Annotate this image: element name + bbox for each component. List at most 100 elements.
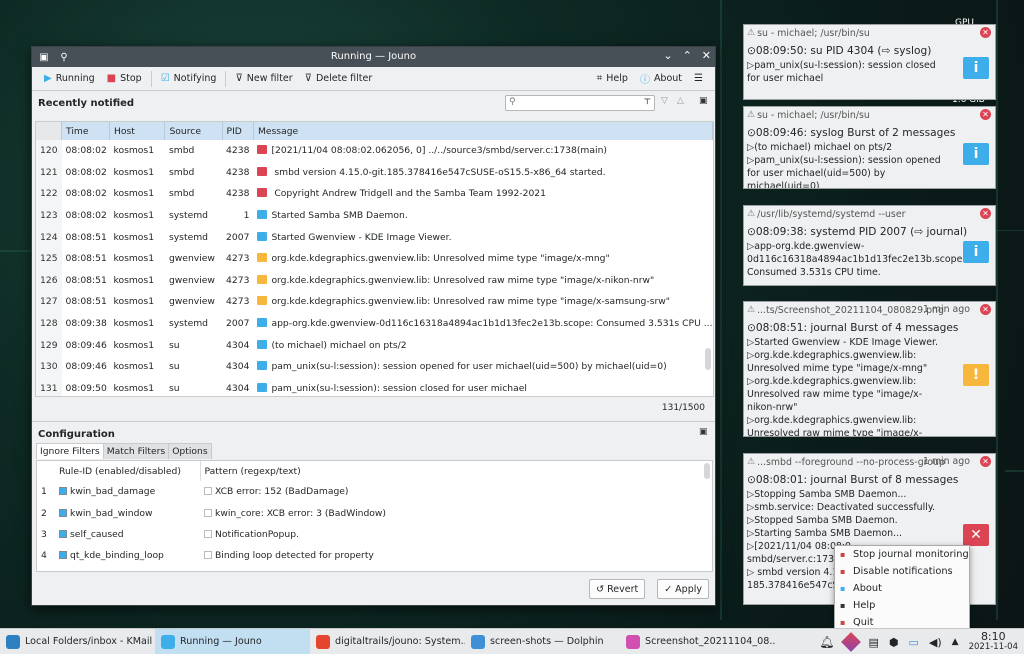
about-button[interactable]: ⓘ About bbox=[634, 68, 688, 90]
message-text: pam_unix(su-l:session): session closed f… bbox=[271, 382, 527, 394]
task-item[interactable]: digitaltrails/jouno: System... bbox=[310, 629, 465, 654]
search-filter-icon[interactable]: ⊤ bbox=[644, 97, 651, 106]
recent-scrollbar[interactable] bbox=[705, 348, 711, 370]
volume-icon[interactable]: ◀) bbox=[929, 636, 942, 649]
menu-item-help[interactable]: ▪ Help bbox=[835, 597, 969, 614]
close-icon[interactable]: ✕ bbox=[980, 109, 991, 120]
clock-time: 8:10 bbox=[980, 630, 1006, 643]
message-cell: pam_unix(su-l:session): session closed f… bbox=[253, 378, 712, 396]
menu-item-disable-notifications[interactable]: ▪ Disable notifications bbox=[835, 563, 969, 580]
col-pattern[interactable]: Pattern (regexp/text) bbox=[200, 461, 712, 481]
pattern-cell[interactable]: Binding loop detected for property bbox=[200, 545, 712, 566]
delete-filter-button[interactable]: ⊽ Delete filter bbox=[299, 68, 379, 90]
config-dock-icon[interactable]: ▣ bbox=[699, 427, 708, 437]
filter-scrollbar[interactable] bbox=[704, 463, 710, 479]
menu-item-stop-monitoring[interactable]: ▪ Stop journal monitoring bbox=[835, 546, 969, 563]
table-row[interactable]: 129 08:09:46 kosmos1 su 4304 (to michael) mic… bbox=[36, 334, 713, 356]
maximize-button[interactable]: ⌃ bbox=[683, 49, 692, 62]
notification-popup[interactable]: ⚠ su - michael; /usr/bin/su ✕ ⊙08:09:46: sy… bbox=[743, 106, 996, 189]
dock-float-icon[interactable]: ▣ bbox=[699, 96, 708, 106]
rule-id-cell[interactable]: kwin_bad_damage bbox=[55, 481, 200, 502]
info-message-icon bbox=[257, 231, 268, 241]
pattern-cell[interactable]: XCB error: 152 (BadDamage) bbox=[200, 481, 712, 502]
pattern-cell[interactable]: kwin_core: XCB error: 3 (BadWindow) bbox=[200, 502, 712, 523]
col-source[interactable]: Source bbox=[164, 122, 223, 140]
close-icon[interactable]: ✕ bbox=[980, 27, 991, 38]
search-next-icon[interactable]: ▽ bbox=[661, 96, 668, 106]
tab-ignore-filters[interactable]: Ignore Filters bbox=[36, 443, 104, 459]
rule-enabled-checkbox[interactable] bbox=[59, 508, 67, 517]
time-cell: 08:09:46 bbox=[65, 361, 107, 373]
notification-popup[interactable]: ⚠ su - michael; /usr/bin/su ✕ ⊙08:09:50: su… bbox=[743, 24, 996, 100]
notification-popup[interactable]: ⚠/usr/lib/systemd/systemd --user ✕ ⊙08:09:… bbox=[743, 205, 996, 286]
task-item[interactable]: Screenshot_20211104_08... bbox=[620, 629, 775, 654]
app-menu-icon[interactable]: ▣ bbox=[38, 51, 50, 63]
minimize-button[interactable]: ⌄ bbox=[663, 49, 672, 62]
table-row[interactable]: 120 08:08:02 kosmos1 smbd 4238 [2021/11/04 08… bbox=[36, 140, 713, 162]
hamburger-menu-button[interactable]: ☰ bbox=[688, 68, 709, 90]
close-icon[interactable]: ✕ bbox=[980, 208, 991, 219]
col-time[interactable]: Time bbox=[61, 122, 110, 140]
tab-options[interactable]: Options bbox=[168, 443, 212, 459]
message-cell: [2021/11/04 08:08:02.062056, 0] ../../so… bbox=[253, 140, 712, 162]
rule-enabled-checkbox[interactable] bbox=[59, 487, 67, 496]
filter-row[interactable]: 1 kwin_bad_damage XCB error: 152 (BadDamag… bbox=[37, 481, 712, 502]
col-rule-id[interactable]: Rule-ID (enabled/disabled) bbox=[55, 461, 201, 481]
rule-id-cell[interactable]: kwin_bad_window bbox=[55, 502, 200, 523]
col-host[interactable]: Host bbox=[109, 122, 166, 140]
apply-button[interactable]: ✓ Apply bbox=[657, 579, 709, 599]
search-input[interactable]: ⚲ ⊤ bbox=[505, 95, 655, 111]
running-button[interactable]: ▶ Running bbox=[38, 68, 101, 90]
notifying-button[interactable]: ☑ Notifying bbox=[155, 68, 223, 90]
bell-icon[interactable]: 🔔︎ bbox=[819, 635, 834, 649]
rule-id-cell[interactable]: qt_kde_binding_loop bbox=[55, 545, 200, 566]
close-button[interactable]: ✕ bbox=[702, 49, 711, 62]
menu-item-about[interactable]: ▪ About bbox=[835, 580, 969, 597]
task-item[interactable]: Running — Jouno bbox=[155, 628, 310, 654]
rule-enabled-checkbox[interactable] bbox=[59, 529, 67, 538]
table-row[interactable]: 126 08:08:51 kosmos1 gwenview 4273 org.kde.kd… bbox=[36, 269, 713, 292]
regexp-checkbox[interactable] bbox=[204, 551, 212, 560]
rule-id-cell[interactable]: self_caused bbox=[55, 524, 200, 545]
pin-icon[interactable]: ⚲ bbox=[58, 51, 70, 63]
filter-row[interactable]: 4 qt_kde_binding_loop Binding loop detecte… bbox=[37, 545, 712, 566]
task-item[interactable]: screen-shots — Dolphin bbox=[465, 629, 620, 654]
stop-button[interactable]: ■ Stop bbox=[101, 68, 148, 90]
table-row[interactable]: 121 08:08:02 kosmos1 smbd 4238 smbd version … bbox=[36, 161, 713, 184]
clipboard-icon[interactable]: ▤ bbox=[868, 636, 878, 649]
table-row[interactable]: 131 08:09:50 kosmos1 su 4304 pam_unix(su-l:se… bbox=[36, 377, 713, 396]
table-row[interactable]: 128 08:09:38 kosmos1 systemd 2007 app-org.kde… bbox=[36, 312, 713, 335]
close-icon[interactable]: ✕ bbox=[980, 456, 991, 467]
regexp-checkbox[interactable] bbox=[204, 508, 212, 517]
jouno-tray-icon[interactable] bbox=[841, 632, 862, 652]
task-item[interactable]: Local Folders/inbox - KMail bbox=[0, 629, 155, 654]
table-row[interactable]: 123 08:08:02 kosmos1 systemd 1 Started Samba … bbox=[36, 204, 713, 227]
search-prev-icon[interactable]: △ bbox=[677, 96, 684, 106]
clock[interactable]: 8:10 2021-11-04 bbox=[969, 631, 1018, 653]
close-icon[interactable]: ✕ bbox=[980, 304, 991, 315]
regexp-checkbox[interactable] bbox=[204, 487, 212, 496]
col-pid[interactable]: PID bbox=[222, 122, 254, 140]
title-bar[interactable]: ▣ ⚲ Running — Jouno ⌄ ⌃ ✕ bbox=[32, 47, 715, 67]
task-list: Local Folders/inbox - KMail Running — Jou… bbox=[0, 628, 775, 654]
filter-row[interactable]: 3 self_caused NotificationPopup. bbox=[37, 524, 712, 545]
col-message[interactable]: Message bbox=[253, 122, 713, 140]
updates-icon[interactable]: ⬢ bbox=[889, 636, 899, 649]
regexp-checkbox[interactable] bbox=[204, 529, 212, 538]
pattern-cell[interactable]: NotificationPopup. bbox=[200, 524, 712, 545]
table-row[interactable]: 122 08:08:02 kosmos1 smbd 4238 Copyright And… bbox=[36, 183, 713, 205]
table-row[interactable]: 124 08:08:51 kosmos1 systemd 2007 Started Gwe… bbox=[36, 226, 713, 248]
table-row[interactable]: 130 08:09:46 kosmos1 su 4304 pam_unix(su-l:se… bbox=[36, 355, 713, 378]
display-icon[interactable]: ▭ bbox=[909, 636, 919, 649]
table-row[interactable]: 127 08:08:51 kosmos1 gwenview 4273 org.kde.kd… bbox=[36, 291, 713, 313]
table-row[interactable]: 125 08:08:51 kosmos1 gwenview 4273 org.kde.kd… bbox=[36, 247, 713, 270]
help-button[interactable]: ⌗ Help bbox=[591, 68, 634, 90]
rule-enabled-checkbox[interactable] bbox=[59, 551, 67, 560]
notification-popup[interactable]: ⚠ ...ts/Screenshot_20211104_080829.png 1 m… bbox=[743, 301, 996, 437]
tray-expand-icon[interactable]: ▲ bbox=[952, 637, 959, 647]
filter-row[interactable]: 2 kwin_bad_window kwin_core: XCB error: 3 … bbox=[37, 502, 712, 523]
tab-match-filters[interactable]: Match Filters bbox=[102, 443, 170, 459]
revert-button[interactable]: ↺ Revert bbox=[589, 579, 646, 599]
new-filter-button[interactable]: ⊽ New filter bbox=[229, 68, 298, 90]
notification-summary: ⊙08:09:46: syslog Burst of 2 messages bbox=[747, 127, 956, 139]
